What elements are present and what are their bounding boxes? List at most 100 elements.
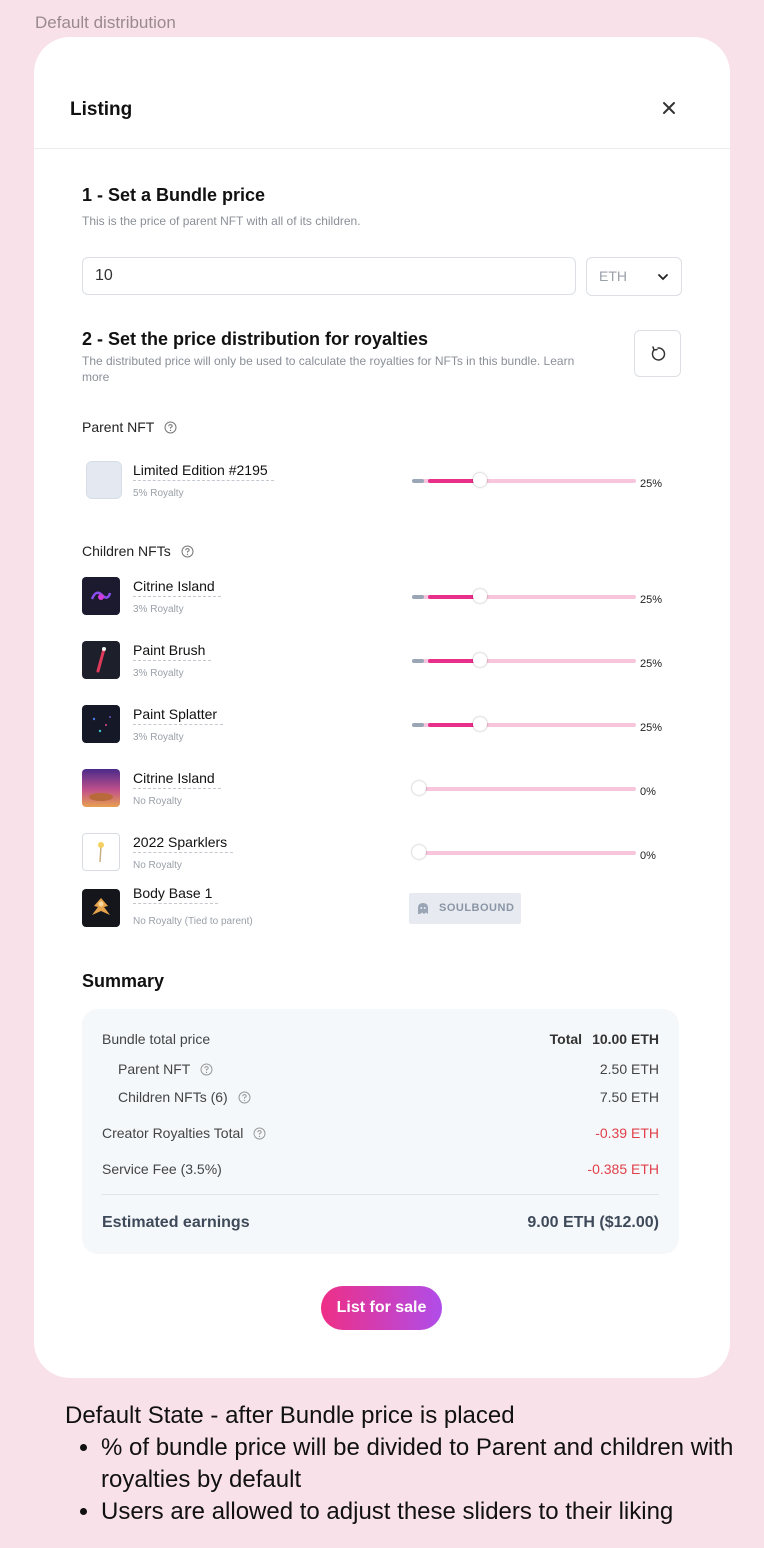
- children-nfts-label: Children NFTs: [82, 543, 194, 559]
- parent-nft-summary-label: Parent NFT: [118, 1061, 191, 1077]
- nft-royalty: No Royalty (Tied to parent): [133, 916, 253, 927]
- children-nfts-summary-value: 7.50 ETH: [599, 1089, 659, 1105]
- slider-handle[interactable]: [412, 845, 426, 859]
- nft-name[interactable]: Paint Brush: [133, 642, 212, 661]
- slider-handle[interactable]: [472, 589, 487, 603]
- parent-nft-row: Limited Edition #2195 5% Royalty 25%: [82, 461, 682, 501]
- royalty-slider[interactable]: [412, 473, 636, 487]
- estimated-earnings-value: 9.00 ETH ($12.00): [527, 1214, 659, 1231]
- royalty-slider[interactable]: [412, 781, 636, 795]
- slider-locked-segment: [412, 479, 424, 483]
- nft-royalty: 3% Royalty: [133, 604, 184, 615]
- help-icon[interactable]: [200, 1063, 213, 1076]
- close-icon[interactable]: [656, 95, 682, 121]
- slider-handle[interactable]: [472, 473, 487, 487]
- slider-locked-segment: [412, 595, 424, 599]
- slider-locked-segment: [412, 723, 424, 727]
- help-icon[interactable]: [164, 421, 177, 434]
- slider-locked-segment: [412, 659, 424, 663]
- nft-name[interactable]: Citrine Island: [133, 770, 221, 789]
- slider-handle[interactable]: [412, 781, 426, 795]
- page-caption: Default distribution: [35, 13, 176, 32]
- parent-nft-label-text: Parent NFT: [82, 419, 155, 435]
- note-bullet: % of bundle price will be divided to Par…: [101, 1432, 764, 1496]
- nft-royalty: 3% Royalty: [133, 732, 184, 743]
- slider-percent: 0%: [640, 850, 656, 862]
- nft-royalty: 3% Royalty: [133, 668, 184, 679]
- nft-name[interactable]: Paint Splatter: [133, 706, 224, 725]
- estimated-earnings-row: Estimated earnings 9.00 ETH ($12.00): [102, 1214, 659, 1232]
- slider-fill: [428, 659, 480, 663]
- child-nft-row: Citrine Island No Royalty 0%: [82, 769, 682, 809]
- nft-name[interactable]: Body Base 1: [133, 885, 219, 904]
- children-nfts-label-text: Children NFTs: [82, 543, 171, 559]
- nft-name[interactable]: Citrine Island: [133, 578, 221, 597]
- service-fee-row: Service Fee (3.5%) -0.385 ETH: [102, 1161, 659, 1177]
- annotation-note: Default State - after Bundle price is pl…: [65, 1400, 764, 1528]
- estimated-earnings-label: Estimated earnings: [102, 1214, 250, 1231]
- nft-thumbnail: [82, 705, 120, 743]
- bundle-total-row: Bundle total price Total 10.00 ETH: [102, 1031, 659, 1047]
- nft-thumbnail: [82, 889, 120, 927]
- note-list: % of bundle price will be divided to Par…: [65, 1432, 764, 1528]
- modal-title: Listing: [70, 99, 133, 120]
- nft-thumbnail: [82, 833, 120, 871]
- nft-royalty: No Royalty: [133, 796, 182, 807]
- creator-royalties-label: Creator Royalties Total: [102, 1125, 244, 1141]
- slider-fill: [428, 723, 480, 727]
- slider-track: [412, 851, 636, 855]
- slider-fill: [428, 595, 480, 599]
- nft-royalty: No Royalty: [133, 860, 182, 871]
- currency-select[interactable]: ETH: [586, 257, 682, 296]
- slider-percent: 25%: [640, 722, 663, 734]
- ghost-icon: [418, 903, 428, 914]
- child-nft-row: Paint Brush 3% Royalty 25%: [82, 641, 682, 681]
- modal-header: Listing: [34, 37, 730, 149]
- nft-thumbnail: [82, 577, 120, 615]
- royalty-slider[interactable]: [412, 589, 636, 603]
- nft-thumbnail: [82, 641, 120, 679]
- list-for-sale-button[interactable]: List for sale: [321, 1286, 442, 1330]
- slider-percent: 25%: [640, 594, 663, 606]
- children-nfts-summary-row: Children NFTs (6) 7.50 ETH: [118, 1089, 659, 1105]
- soulbound-badge: SOULBOUND: [409, 893, 521, 924]
- refresh-icon: [651, 346, 666, 361]
- step2-subtitle-1: The distributed price will only be used …: [82, 354, 575, 368]
- step1-title: 1 - Set a Bundle price: [82, 185, 266, 205]
- note-bullet: Users are allowed to adjust these slider…: [101, 1496, 764, 1528]
- slider-handle[interactable]: [472, 717, 487, 731]
- help-icon[interactable]: [238, 1091, 251, 1104]
- total-value: 10.00 ETH: [592, 1031, 659, 1047]
- child-nft-row: 2022 Sparklers No Royalty 0%: [82, 833, 682, 873]
- child-nft-row: Citrine Island 3% Royalty 25%: [82, 577, 682, 617]
- parent-nft-summary-value: 2.50 ETH: [599, 1061, 659, 1077]
- help-icon[interactable]: [253, 1127, 266, 1140]
- slider-handle[interactable]: [472, 653, 487, 667]
- step1-subtitle: This is the price of parent NFT with all…: [82, 214, 361, 228]
- nft-thumbnail: [86, 461, 122, 499]
- summary-box: Bundle total price Total 10.00 ETH Parent…: [82, 1009, 679, 1254]
- nft-name[interactable]: 2022 Sparklers: [133, 834, 234, 853]
- soulbound-badge-label: SOULBOUND: [439, 902, 515, 914]
- royalty-slider[interactable]: [412, 653, 636, 667]
- slider-percent: 0%: [640, 786, 656, 798]
- help-icon[interactable]: [181, 545, 194, 558]
- currency-value: ETH: [599, 268, 627, 284]
- service-fee-label: Service Fee (3.5%): [102, 1161, 222, 1177]
- children-nfts-summary-label: Children NFTs (6): [118, 1089, 228, 1105]
- parent-nft-label: Parent NFT: [82, 419, 177, 435]
- bundle-price-input[interactable]: [82, 257, 576, 295]
- royalty-slider[interactable]: [412, 717, 636, 731]
- nft-thumbnail: [82, 769, 120, 807]
- nft-name[interactable]: Limited Edition #2195: [133, 462, 274, 481]
- learn-more-link[interactable]: more: [82, 369, 109, 385]
- listing-modal: Listing 1 - Set a Bundle price This is t…: [34, 37, 730, 1378]
- royalty-slider[interactable]: [412, 845, 636, 859]
- reset-distribution-button[interactable]: [634, 330, 681, 377]
- service-fee-value: -0.385 ETH: [587, 1161, 659, 1177]
- total-label: Total: [549, 1031, 583, 1047]
- step2-title: 2 - Set the price distribution for royal…: [82, 329, 429, 349]
- summary-title: Summary: [82, 971, 165, 991]
- parent-nft-summary-row: Parent NFT 2.50 ETH: [118, 1061, 659, 1077]
- child-nft-row: Paint Splatter 3% Royalty 25%: [82, 705, 682, 745]
